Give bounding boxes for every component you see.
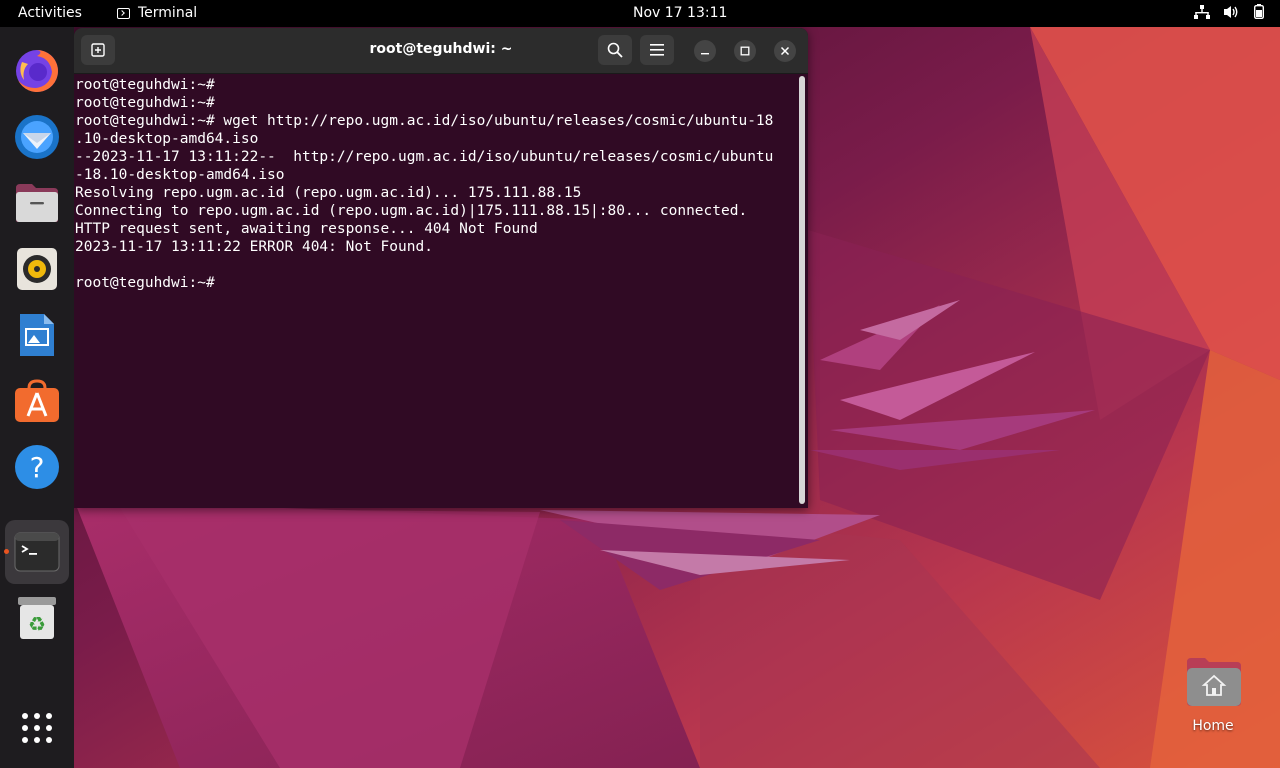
menu-button[interactable]: [640, 35, 674, 65]
maximize-icon: [740, 46, 750, 56]
terminal-line: root@teguhdwi:~# wget http://repo.ugm.ac…: [75, 113, 774, 129]
files-icon: [16, 184, 58, 222]
system-tray[interactable]: [1194, 4, 1265, 23]
rhythmbox-icon: [17, 248, 57, 290]
dock-files[interactable]: [5, 171, 69, 235]
help-icon: ?: [15, 445, 59, 489]
svg-text:♻: ♻: [28, 612, 46, 636]
dock-help[interactable]: ?: [5, 435, 69, 499]
clock[interactable]: Nov 17 13:11: [633, 5, 727, 21]
search-icon: [607, 42, 623, 58]
trash-icon: ♻: [18, 597, 56, 639]
libreoffice-writer-icon: [20, 314, 54, 356]
home-folder-label: Home: [1192, 718, 1234, 734]
svg-text:?: ?: [30, 451, 45, 484]
activities-button[interactable]: Activities: [18, 5, 82, 21]
dock-terminal[interactable]: [4, 520, 69, 584]
app-menu[interactable]: Terminal: [117, 5, 197, 21]
close-button[interactable]: [774, 40, 796, 62]
terminal-line: root@teguhdwi:~#: [75, 77, 215, 93]
dock-rhythmbox[interactable]: [5, 237, 69, 301]
terminal-prompt-line[interactable]: root@teguhdwi:~#: [75, 274, 795, 292]
dock-thunderbird[interactable]: [5, 105, 69, 169]
home-folder-shortcut[interactable]: Home: [1180, 654, 1246, 734]
show-applications-icon: [22, 713, 52, 743]
battery-icon[interactable]: [1253, 4, 1265, 23]
terminal-line: Connecting to repo.ugm.ac.id (repo.ugm.a…: [75, 203, 748, 219]
hamburger-menu-icon: [650, 44, 664, 56]
terminal-window[interactable]: root@teguhdwi: ~ root@teguhdwi:~# root@t…: [74, 28, 808, 508]
terminal-line: -18.10-desktop-amd64.iso: [75, 167, 285, 183]
terminal-icon: [14, 532, 60, 572]
top-bar: Activities Terminal Nov 17 13:11: [0, 0, 1280, 27]
terminal-line: HTTP request sent, awaiting response... …: [75, 221, 538, 237]
dock-app-center[interactable]: [5, 369, 69, 433]
running-indicator: [4, 549, 9, 554]
terminal-line: 2023-11-17 13:11:22 ERROR 404: Not Found…: [75, 239, 433, 255]
close-icon: [780, 46, 790, 56]
terminal-line: Resolving repo.ugm.ac.id (repo.ugm.ac.id…: [75, 185, 582, 201]
network-icon[interactable]: [1194, 4, 1210, 23]
minimize-icon: [701, 53, 709, 55]
dock-writer[interactable]: [5, 303, 69, 367]
volume-icon[interactable]: [1224, 5, 1240, 23]
firefox-icon: [16, 50, 58, 92]
terminal-line: root@teguhdwi:~#: [75, 95, 215, 111]
search-button[interactable]: [598, 35, 632, 65]
terminal-header-bar[interactable]: root@teguhdwi: ~: [74, 28, 808, 74]
thunderbird-icon: [15, 115, 59, 159]
terminal-line: --2023-11-17 13:11:22-- http://repo.ugm.…: [75, 149, 774, 165]
show-applications-button[interactable]: [5, 696, 69, 760]
maximize-button[interactable]: [734, 40, 756, 62]
terminal-scrollbar[interactable]: [799, 76, 805, 504]
terminal-line: .10-desktop-amd64.iso: [75, 131, 259, 147]
minimize-button[interactable]: [694, 40, 716, 62]
app-menu-label: Terminal: [138, 5, 198, 21]
dock-firefox[interactable]: [5, 39, 69, 103]
dock-trash[interactable]: ♻: [5, 586, 69, 650]
terminal-small-icon: [117, 7, 130, 19]
home-folder-icon: [1187, 658, 1241, 706]
app-center-icon: [15, 379, 59, 422]
terminal-output[interactable]: root@teguhdwi:~# root@teguhdwi:~# root@t…: [75, 76, 795, 508]
dock: ? ♻: [0, 27, 74, 768]
